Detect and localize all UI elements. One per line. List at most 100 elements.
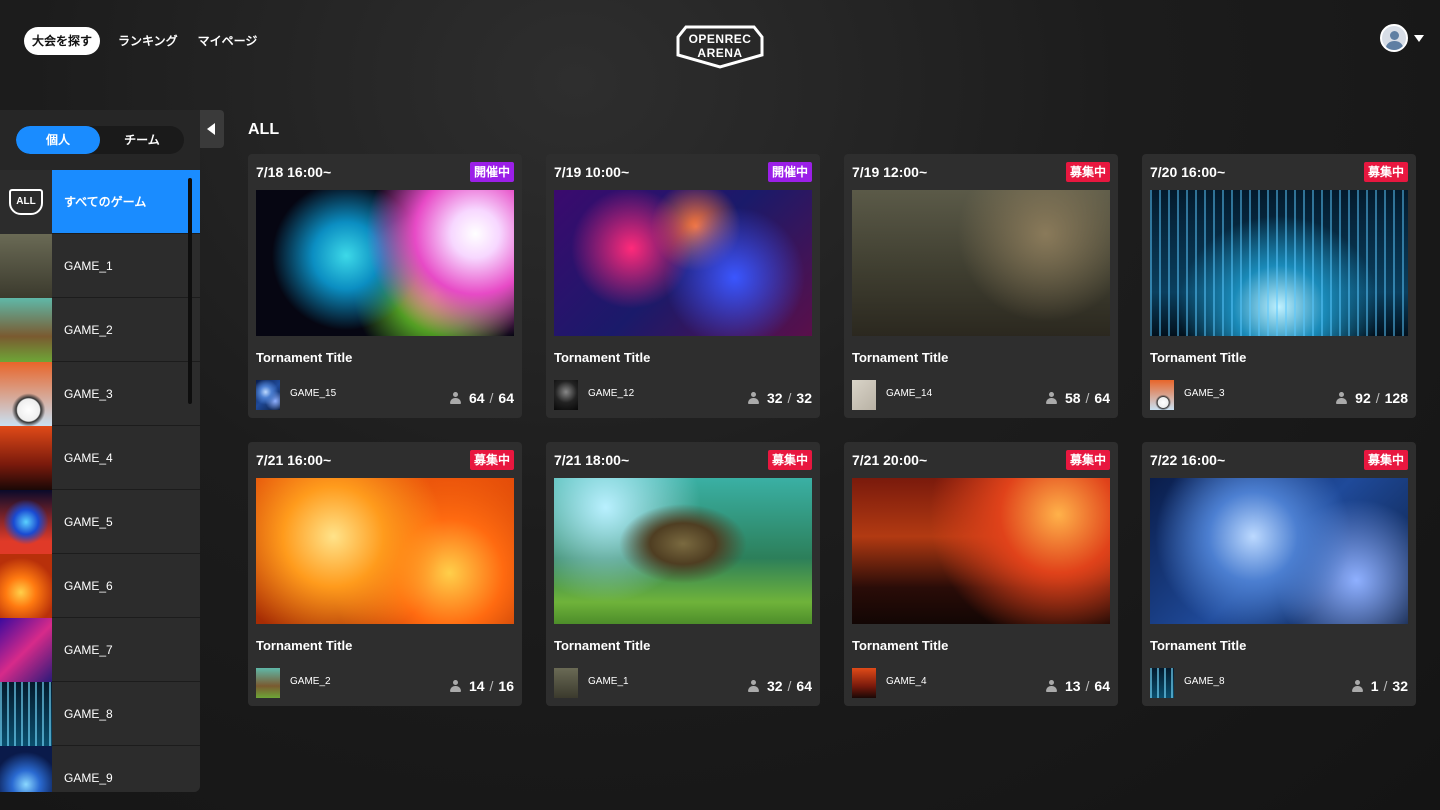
tournament-card[interactable]: 7/19 12:00~ 募集中 Tornament Title GAME_14 58/6… bbox=[844, 154, 1118, 418]
sidebar-item-label: GAME_3 bbox=[64, 386, 113, 401]
tournament-image bbox=[554, 478, 812, 624]
tournament-image bbox=[1150, 478, 1408, 624]
openrec-arena-logo[interactable]: OPENREC ARENA bbox=[676, 23, 764, 69]
game-thumbnail bbox=[852, 668, 876, 698]
sidebar-item-label: GAME_8 bbox=[64, 706, 113, 721]
all-badge: ALL bbox=[9, 188, 43, 215]
game-thumbnail bbox=[0, 489, 52, 554]
person-icon bbox=[1045, 392, 1057, 404]
user-menu[interactable] bbox=[1380, 24, 1424, 52]
participant-current: 58 bbox=[1064, 390, 1081, 406]
game-name: GAME_3 bbox=[1184, 388, 1225, 399]
game-thumbnail bbox=[0, 745, 52, 792]
tournament-card[interactable]: 7/20 16:00~ 募集中 Tornament Title GAME_3 92/12… bbox=[1142, 154, 1416, 418]
tournament-date: 7/21 18:00~ bbox=[554, 452, 630, 468]
tournament-card[interactable]: 7/21 18:00~ 募集中 Tornament Title GAME_1 32/64 bbox=[546, 442, 820, 706]
tournament-date: 7/20 16:00~ bbox=[1150, 164, 1226, 180]
sidebar-item-game[interactable]: GAME_5 bbox=[0, 489, 200, 554]
status-badge: 募集中 bbox=[469, 450, 514, 470]
tournament-date: 7/21 20:00~ bbox=[852, 452, 928, 468]
tournament-card[interactable]: 7/18 16:00~ 開催中 Tornament Title GAME_15 64/6… bbox=[248, 154, 522, 418]
game-thumbnail bbox=[256, 380, 280, 410]
person-icon bbox=[1336, 392, 1348, 404]
status-badge: 募集中 bbox=[1065, 450, 1110, 470]
count-separator: / bbox=[1085, 678, 1090, 694]
game-thumbnail bbox=[0, 425, 52, 490]
game-name: GAME_8 bbox=[1184, 676, 1225, 687]
tournament-date: 7/19 12:00~ bbox=[852, 164, 928, 180]
nav-find-tournaments[interactable]: 大会を探す bbox=[24, 27, 101, 55]
game-thumbnail bbox=[0, 681, 52, 746]
nav-ranking[interactable]: ランキング bbox=[116, 27, 180, 55]
tournament-title: Tornament Title bbox=[256, 350, 353, 365]
game-name: GAME_2 bbox=[290, 676, 331, 687]
tournament-image bbox=[554, 190, 812, 336]
participant-count: 64/64 bbox=[449, 390, 514, 406]
toggle-team[interactable]: チーム bbox=[100, 126, 184, 154]
game-thumbnail bbox=[256, 668, 280, 698]
tournament-title: Tornament Title bbox=[852, 350, 949, 365]
sidebar-item-game[interactable]: GAME_3 bbox=[0, 361, 200, 426]
tournament-date: 7/22 16:00~ bbox=[1150, 452, 1226, 468]
tournament-date: 7/18 16:00~ bbox=[256, 164, 332, 180]
sidebar-item-label: すべてのゲーム bbox=[64, 195, 147, 209]
count-separator: / bbox=[489, 390, 494, 406]
chevron-down-icon[interactable] bbox=[1414, 34, 1424, 42]
sidebar-item-game[interactable]: GAME_4 bbox=[0, 425, 200, 490]
sidebar-item-label: GAME_7 bbox=[64, 642, 113, 657]
participant-max: 64 bbox=[796, 678, 812, 694]
status-badge: 開催中 bbox=[469, 162, 514, 182]
count-separator: / bbox=[1375, 390, 1380, 406]
tournament-card[interactable]: 7/19 10:00~ 開催中 Tornament Title GAME_12 32/3… bbox=[546, 154, 820, 418]
nav-mypage[interactable]: マイページ bbox=[196, 27, 260, 55]
all-games-icon: ALL bbox=[0, 169, 52, 234]
game-thumbnail bbox=[0, 617, 52, 682]
tournament-title: Tornament Title bbox=[554, 638, 651, 653]
participant-current: 14 bbox=[468, 678, 485, 694]
participant-count: 1/32 bbox=[1351, 678, 1408, 694]
tournament-title: Tornament Title bbox=[554, 350, 651, 365]
participant-count: 32/64 bbox=[747, 678, 812, 694]
game-thumbnail bbox=[1150, 668, 1174, 698]
participant-count: 32/32 bbox=[747, 390, 812, 406]
participant-current: 13 bbox=[1064, 678, 1081, 694]
sidebar-collapse-button[interactable] bbox=[200, 110, 224, 148]
sidebar-item-label: GAME_9 bbox=[64, 770, 113, 785]
status-badge: 募集中 bbox=[1065, 162, 1110, 182]
participant-current: 32 bbox=[766, 390, 783, 406]
participant-max: 16 bbox=[498, 678, 514, 694]
sidebar-scrollbar[interactable] bbox=[188, 178, 192, 404]
tournament-card[interactable]: 7/21 20:00~ 募集中 Tornament Title GAME_4 13/64 bbox=[844, 442, 1118, 706]
sidebar-item-game[interactable]: GAME_9 bbox=[0, 745, 200, 792]
count-separator: / bbox=[787, 390, 792, 406]
game-name: GAME_15 bbox=[290, 388, 337, 399]
sidebar-item-game[interactable]: GAME_1 bbox=[0, 233, 200, 298]
participant-count: 14/16 bbox=[449, 678, 514, 694]
tournament-card[interactable]: 7/22 16:00~ 募集中 Tornament Title GAME_8 1/32 bbox=[1142, 442, 1416, 706]
sidebar-item-label: GAME_1 bbox=[64, 258, 113, 273]
tournament-card[interactable]: 7/21 16:00~ 募集中 Tornament Title GAME_2 14/16 bbox=[248, 442, 522, 706]
avatar[interactable] bbox=[1380, 24, 1408, 52]
player-type-toggle: 個人 チーム bbox=[16, 126, 184, 154]
person-icon bbox=[747, 392, 759, 404]
tournament-image bbox=[256, 478, 514, 624]
toggle-individual[interactable]: 個人 bbox=[16, 126, 100, 154]
status-badge: 募集中 bbox=[1363, 162, 1408, 182]
status-badge: 募集中 bbox=[767, 450, 812, 470]
sidebar-item-game[interactable]: GAME_2 bbox=[0, 297, 200, 362]
person-icon bbox=[1351, 680, 1363, 692]
game-thumbnail bbox=[0, 233, 52, 298]
sidebar-item-game[interactable]: GAME_8 bbox=[0, 681, 200, 746]
tournament-title: Tornament Title bbox=[852, 638, 949, 653]
participant-current: 92 bbox=[1355, 390, 1371, 406]
count-separator: / bbox=[787, 678, 792, 694]
sidebar-item-label: GAME_2 bbox=[64, 322, 113, 337]
sidebar-item-game[interactable]: GAME_6 bbox=[0, 553, 200, 618]
sidebar-item-game[interactable]: GAME_7 bbox=[0, 617, 200, 682]
sidebar-item-all-games[interactable]: ALL すべてのゲーム bbox=[0, 169, 200, 234]
section-title: ALL bbox=[248, 121, 280, 138]
game-name: GAME_1 bbox=[588, 676, 629, 687]
logo-line2: ARENA bbox=[697, 46, 743, 60]
sidebar-item-label: GAME_4 bbox=[64, 450, 113, 465]
tournament-date: 7/21 16:00~ bbox=[256, 452, 332, 468]
